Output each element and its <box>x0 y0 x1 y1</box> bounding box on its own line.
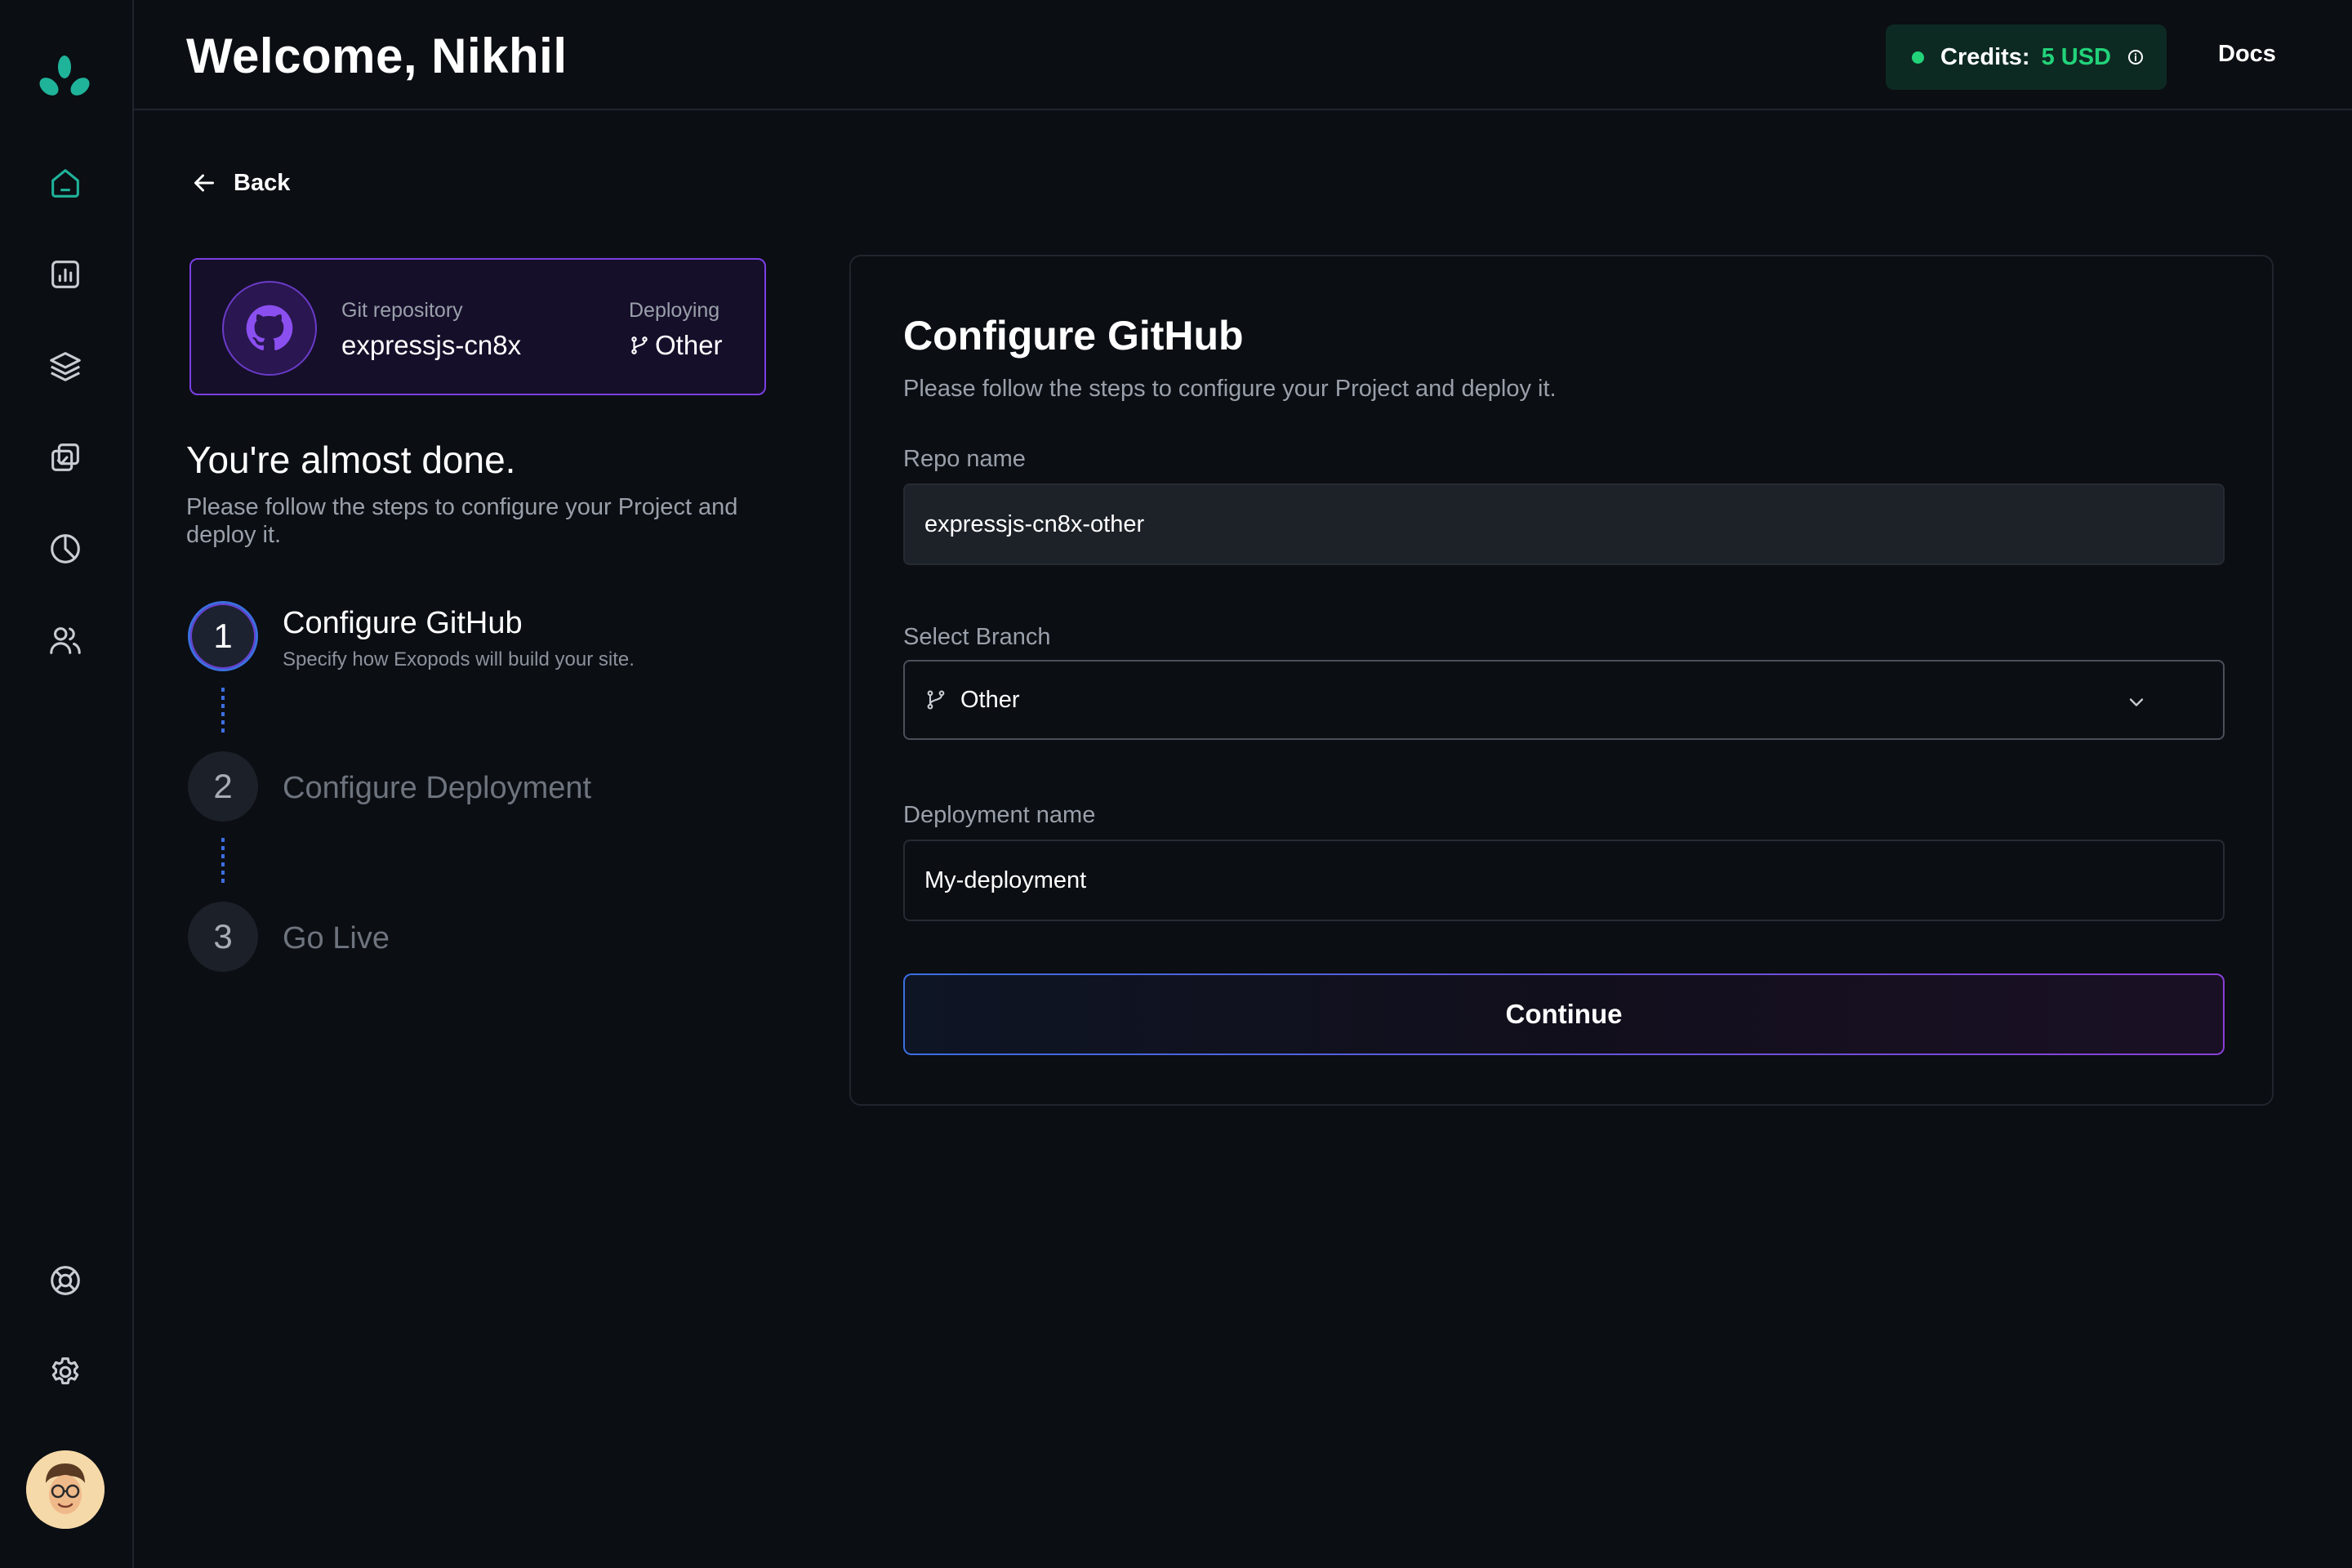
sidebar-item-layers[interactable] <box>41 341 90 390</box>
deploying-label: Deploying <box>629 299 720 322</box>
step-connector <box>221 688 225 733</box>
branch-value: Other <box>960 686 1020 713</box>
repo-label: Git repository <box>341 299 463 322</box>
repo-card: Git repository expressjs-cn8x Deploying … <box>189 258 766 395</box>
bar-chart-icon <box>51 261 79 288</box>
step-1-description: Specify how Exopods will build your site… <box>283 648 635 670</box>
credits-badge[interactable]: Credits: 5 USD <box>1886 24 2167 90</box>
back-label: Back <box>234 169 291 196</box>
back-button[interactable]: Back <box>189 168 290 198</box>
sidebar-item-tasks[interactable] <box>41 433 90 482</box>
continue-button[interactable]: Continue <box>903 973 2225 1055</box>
life-buoy-icon <box>51 1266 80 1295</box>
branch-select[interactable]: Other <box>903 660 2225 740</box>
panel-title: Configure GitHub <box>903 313 1244 359</box>
sidebar-item-analytics[interactable] <box>41 250 90 299</box>
sidebar-item-settings[interactable] <box>41 1348 90 1396</box>
credits-label: Credits: <box>1940 43 2030 70</box>
credits-value: 5 USD <box>2041 43 2111 70</box>
gear-icon <box>51 1357 79 1385</box>
deployment-name-value: My-deployment <box>924 866 1087 893</box>
info-icon[interactable] <box>2126 47 2145 67</box>
layers-icon <box>50 352 81 381</box>
panel-subtitle: Please follow the steps to configure you… <box>903 376 1557 402</box>
step-2-title[interactable]: Configure Deployment <box>283 771 591 806</box>
page-title: Welcome, Nikhil <box>186 29 568 83</box>
step-3-title[interactable]: Go Live <box>283 921 390 956</box>
top-header: Welcome, Nikhil Credits: 5 USD Docs <box>134 0 2352 110</box>
users-icon <box>50 627 81 654</box>
exopods-logo[interactable] <box>36 54 93 103</box>
step-1-number: 1 <box>188 601 258 671</box>
intro-subtitle: Please follow the steps to configure you… <box>186 494 738 548</box>
github-icon <box>246 305 293 350</box>
deployment-name-label: Deployment name <box>903 802 1096 828</box>
sidebar <box>0 0 134 1568</box>
repo-name-value: expressjs-cn8x-other <box>924 510 1145 537</box>
step-2-number: 2 <box>188 751 258 822</box>
repo-value: expressjs-cn8x <box>341 330 522 360</box>
step-connector <box>221 838 225 884</box>
deploying-branch: Other <box>655 330 723 360</box>
sidebar-item-home[interactable] <box>41 158 90 207</box>
step-1-title[interactable]: Configure GitHub <box>283 606 523 641</box>
git-branch-icon <box>927 690 945 710</box>
repo-name-input[interactable]: expressjs-cn8x-other <box>903 483 2225 565</box>
intro-title: You're almost done. <box>186 439 516 481</box>
chevron-down-icon <box>2129 698 2144 706</box>
sidebar-item-reports[interactable] <box>41 524 90 573</box>
avatar[interactable] <box>26 1450 105 1529</box>
home-icon <box>51 169 79 198</box>
docs-link[interactable]: Docs <box>2218 41 2276 68</box>
copy-check-icon <box>51 443 79 471</box>
github-avatar <box>222 281 317 376</box>
arrow-left-icon <box>194 174 214 192</box>
repo-name-label: Repo name <box>903 446 1026 472</box>
sidebar-item-team[interactable] <box>41 616 90 665</box>
pie-chart-icon <box>51 534 80 564</box>
step-3-number: 3 <box>188 902 258 972</box>
deploying-value: Other <box>629 330 723 361</box>
git-branch-icon <box>631 336 648 354</box>
deployment-name-input[interactable]: My-deployment <box>903 840 2225 921</box>
sidebar-item-support[interactable] <box>41 1256 90 1305</box>
status-dot <box>1912 51 1924 64</box>
app-root: Welcome, Nikhil Credits: 5 USD Docs Back… <box>0 0 2352 1568</box>
configure-github-panel: Configure GitHub Please follow the steps… <box>849 255 2274 1106</box>
branch-label: Select Branch <box>903 624 1051 650</box>
